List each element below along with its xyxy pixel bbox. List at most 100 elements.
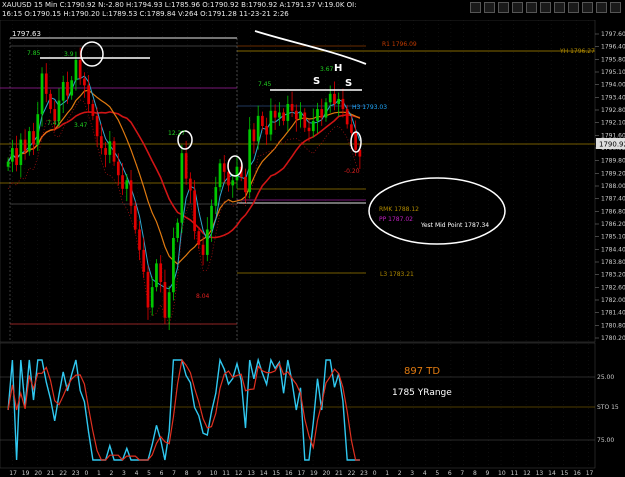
time-tick-label: 4 [135,470,139,477]
price-tick-label: 1781.40 [601,310,625,317]
time-tick-label: 3 [122,470,126,477]
time-tick-label: 15 [561,470,569,477]
time-tick-label: 17 [586,470,594,477]
time-tick-label: 14 [260,470,268,477]
time-tick-label: 1 [385,470,389,477]
pp-label: PP 1787.02 [379,216,413,223]
time-tick-label: 3 [410,470,414,477]
time-tick-label: 15 [272,470,280,477]
price-tick-label: 1793.40 [601,94,625,101]
price-chart[interactable]: 1797.63 R1 1796.09 YH 1796.27 H3 1793.03… [0,20,625,477]
price-tick-label: 1792.10 [601,120,625,127]
time-tick-label: 16 [573,470,581,477]
price-tick-label: 1792.80 [601,107,625,114]
candle [172,227,175,301]
time-tick-label: 0 [373,470,377,477]
swing-label: 3.47 [74,122,88,129]
price-tick-label: 1786.80 [601,208,625,215]
swing-label: 3.67 [320,66,334,73]
time-tick-label: 23 [360,470,368,477]
time-tick-label: 14 [548,470,556,477]
cursor-icon[interactable] [498,2,509,13]
line-icon[interactable] [540,2,551,13]
l3-label: L3 1783.21 [380,271,414,278]
price-tick-label: 1795.80 [601,56,625,63]
top-level-label: 1797.63 [12,30,41,38]
time-tick-label: 22 [348,470,356,477]
time-tick-label: 5 [147,470,151,477]
price-axis: 1797.60 1796.40 1795.80 1795.10 1794.00 1793.… [595,31,625,342]
price-tick-label: 1794.00 [601,82,625,89]
crosshair-icon[interactable] [512,2,523,13]
r1-label: R1 1796.09 [382,41,417,48]
time-tick-label: 16 [285,470,293,477]
time-tick-label: 7 [460,470,464,477]
hs-right-shoulder-label: S [345,78,352,89]
time-tick-label: 20 [323,470,331,477]
time-tick-label: 12 [235,470,243,477]
time-tick-label: 19 [22,470,30,477]
yest-mid-label: Yest Mid Point 1787.34 [420,222,489,229]
quote-line: XAUUSD 15 Min C:1790.92 N:-2.80 H:1794.9… [2,1,357,9]
swing-label: 8.04 [196,293,210,300]
time-tick-label: 6 [448,470,452,477]
close-icon[interactable] [610,2,621,13]
swing-label: 7.85 [27,50,41,57]
cut-icon[interactable] [554,2,565,13]
candle [180,144,184,234]
stoch-tick-label: 75.00 [597,437,614,444]
swing-label: 7.45 [258,81,272,88]
price-tick-label: 1786.20 [601,221,625,228]
hs-head-label: H [334,63,342,74]
chart-header: XAUUSD 15 Min C:1790.92 N:-2.80 H:1794.9… [0,0,625,20]
price-tick-label: 1789.20 [601,170,625,177]
stoch-tick-label: 25.00 [597,374,614,381]
pen-icon[interactable] [568,2,579,13]
time-tick-label: 2 [398,470,402,477]
time-tick-label: 9 [485,470,489,477]
time-tick-label: 17 [298,470,306,477]
time-tick-label: 6 [160,470,164,477]
time-tick-label: 10 [210,470,218,477]
settings-icon[interactable] [596,2,607,13]
time-tick-label: 23 [72,470,80,477]
h3-label: H3 1793.03 [352,104,387,111]
zoom-in-icon[interactable] [470,2,481,13]
candle [218,159,222,192]
delete-icon[interactable] [582,2,593,13]
time-tick-label: 13 [536,470,544,477]
time-tick-label: 11 [222,470,230,477]
price-tick-label: 1783.20 [601,272,625,279]
time-tick-label: 21 [47,470,55,477]
price-tick-label: 1795.10 [601,69,625,76]
time-tick-label: 17 [9,470,17,477]
hs-left-shoulder-label: S [313,76,320,87]
current-price-label: 1790.92 [599,141,625,149]
candle [112,137,116,166]
price-pane[interactable] [0,20,596,343]
price-tick-label: 1796.40 [601,44,625,51]
time-tick-label: 2 [110,470,114,477]
price-tick-label: 1780.20 [601,335,625,342]
price-tick-label: 1785.10 [601,234,625,241]
price-tick-label: 1784.40 [601,246,625,253]
candle [27,126,31,156]
time-tick-label: 8 [473,470,477,477]
stoch-tick-label: STO 15 [597,404,619,411]
yh-label: YH 1796.27 [559,48,595,55]
zoom-out-icon[interactable] [484,2,495,13]
time-tick-label: 7 [172,470,176,477]
price-tick-label: 1789.80 [601,158,625,165]
swing-label: -0.20 [344,168,360,175]
td-label: 897 TD [404,366,440,377]
time-tick-label: 8 [185,470,189,477]
time-tick-label: 22 [59,470,67,477]
time-tick-label: 11 [511,470,519,477]
price-tick-label: 1783.80 [601,259,625,266]
time-tick-label: 19 [310,470,318,477]
text-icon[interactable] [526,2,537,13]
price-tick-label: 1797.60 [601,31,625,38]
bar-info-line: 16:15 O:1790.15 H:1790.20 L:1789.53 C:17… [2,10,289,18]
time-tick-label: 4 [423,470,427,477]
time-tick-label: 10 [498,470,506,477]
